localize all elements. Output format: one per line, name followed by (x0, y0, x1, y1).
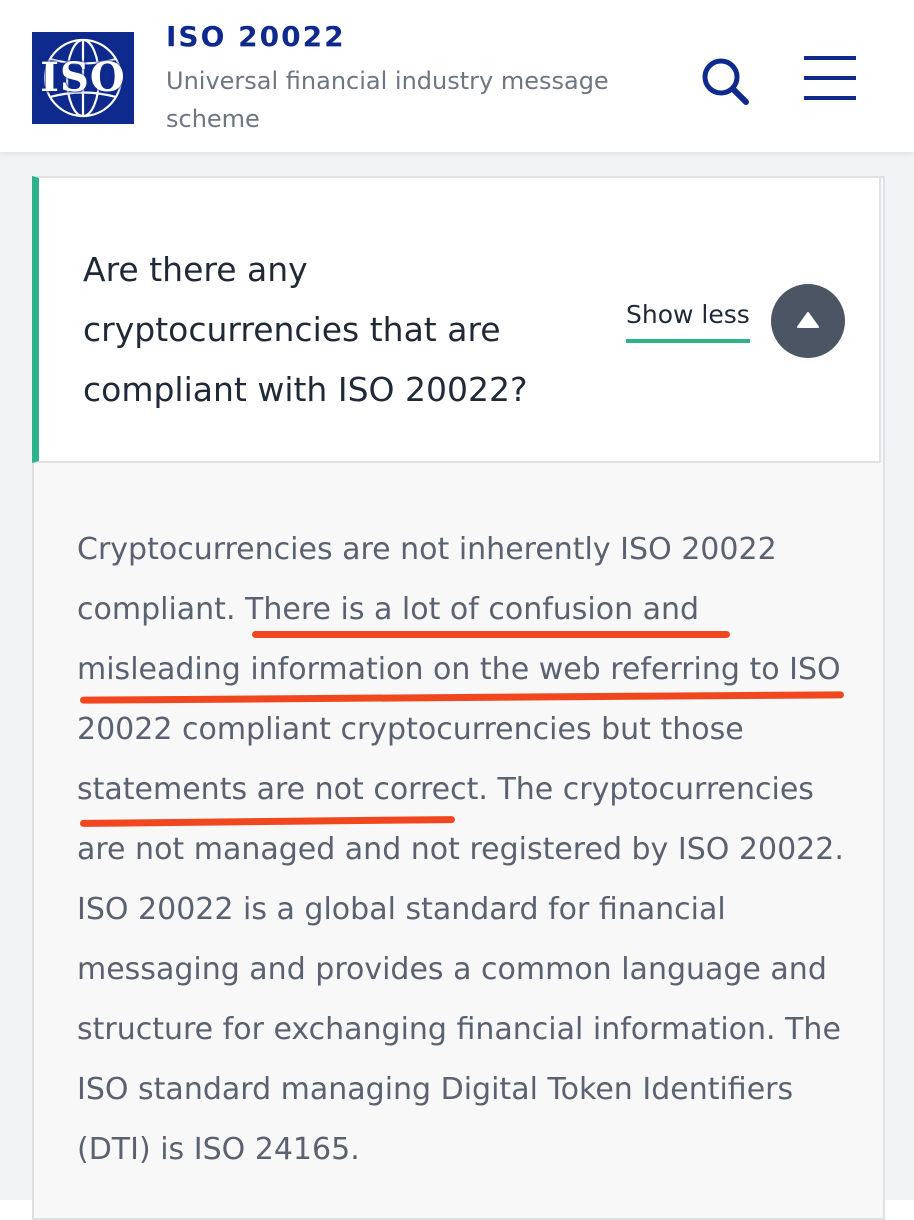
show-less-link[interactable]: Show less (626, 300, 750, 343)
standard-title[interactable]: ISO 20022 (166, 20, 346, 53)
logo-text: ISO (40, 54, 126, 101)
search-button[interactable] (696, 52, 756, 112)
highlight-underline (252, 631, 730, 638)
faq-answer: Cryptocurrencies are not inherently ISO … (77, 532, 844, 1167)
site-header: ISO ISO 20022 Universal financial indust… (0, 0, 914, 152)
menu-icon-bar (804, 96, 856, 100)
menu-button[interactable] (804, 54, 856, 102)
menu-icon-bar (804, 76, 856, 80)
triangle-up-icon (797, 312, 819, 328)
hamburger-menu-icon (804, 56, 856, 60)
faq-question-row[interactable]: Are there any cryptocurrencies that are … (32, 176, 881, 463)
collapse-toggle-button[interactable] (771, 284, 845, 358)
search-icon (702, 58, 749, 105)
iso-logo[interactable]: ISO (32, 32, 134, 124)
standard-subtitle: Universal financial industry message sch… (166, 67, 609, 133)
faq-question[interactable]: Are there any cryptocurrencies that are … (83, 240, 553, 420)
